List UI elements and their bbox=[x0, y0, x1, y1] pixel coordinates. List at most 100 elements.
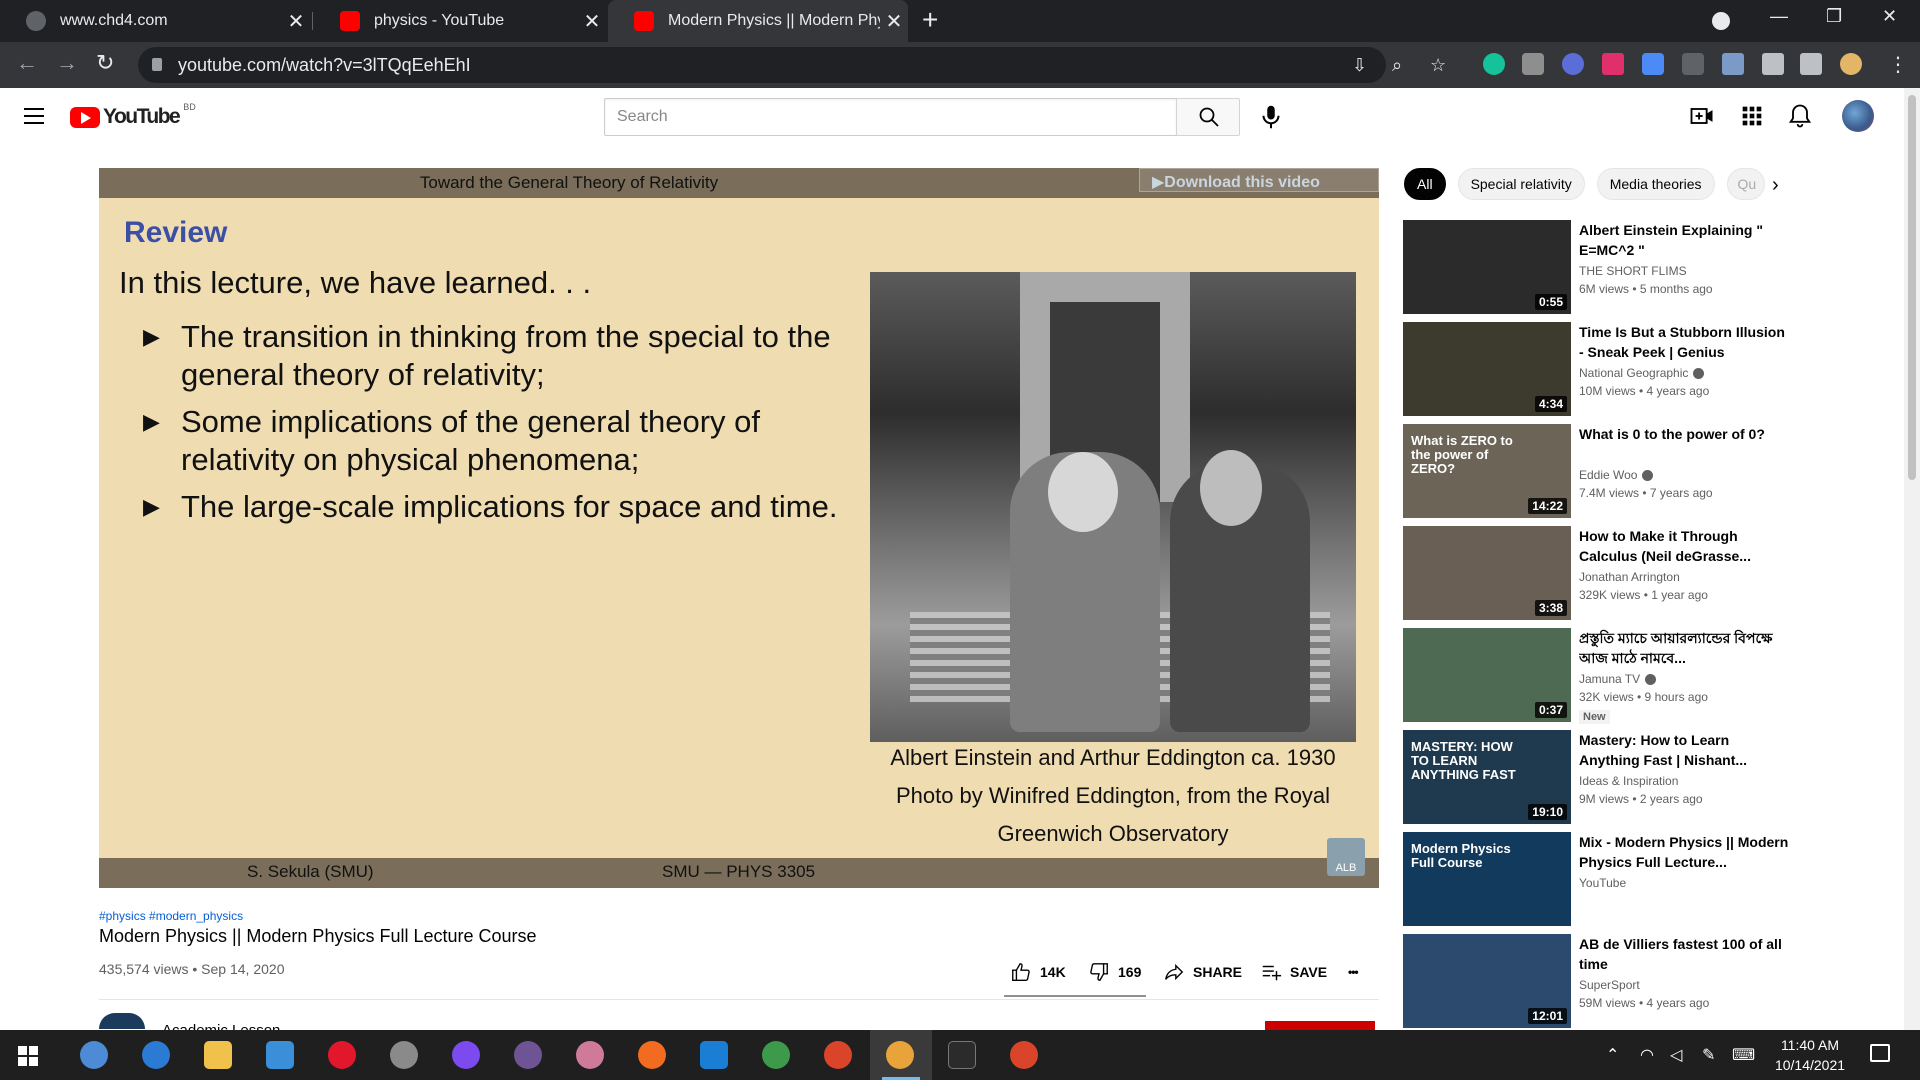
keyboard-icon[interactable]: ⌨ bbox=[1732, 1045, 1755, 1065]
chip-media-theories[interactable]: Media theories bbox=[1596, 168, 1715, 200]
opera-icon[interactable] bbox=[328, 1041, 356, 1069]
video-thumbnail[interactable]: 12:01 bbox=[1403, 934, 1571, 1028]
wifi-icon[interactable]: ◠ bbox=[1640, 1045, 1654, 1065]
video-thumbnail[interactable]: Modern Physics Full Course bbox=[1403, 832, 1571, 926]
back-icon[interactable]: ← bbox=[16, 50, 38, 76]
subscribe-button[interactable] bbox=[1265, 1021, 1375, 1030]
chrome-canary-icon[interactable] bbox=[886, 1041, 914, 1069]
new-tab-button[interactable]: + bbox=[922, 4, 938, 36]
microphone-icon[interactable] bbox=[1256, 102, 1286, 132]
video-thumbnail[interactable]: What is ZERO to the power of ZERO? 14:22 bbox=[1403, 424, 1571, 518]
grammarly-extension-icon[interactable] bbox=[1483, 53, 1505, 75]
recommendation-channel[interactable]: THE SHORT FLIMS bbox=[1579, 264, 1687, 278]
paint-app-icon[interactable] bbox=[576, 1041, 604, 1069]
channel-watermark[interactable]: ALB bbox=[1327, 838, 1365, 876]
download-video-overlay[interactable]: ▶Download this video bbox=[1139, 168, 1379, 192]
video-thumbnail[interactable]: 0:37 bbox=[1403, 628, 1571, 722]
recommendation-channel[interactable]: Ideas & Inspiration bbox=[1579, 774, 1678, 788]
channel-name[interactable]: Academic Lesson bbox=[162, 1022, 280, 1030]
recommendation-title[interactable]: Mastery: How to Learn Anything Fast | Ni… bbox=[1579, 730, 1789, 770]
recommendation-title[interactable]: Albert Einstein Explaining " E=MC^2 " bbox=[1579, 220, 1789, 260]
youtube-logo[interactable]: YouTube BD bbox=[70, 102, 196, 129]
pen-icon[interactable]: ✎ bbox=[1702, 1045, 1715, 1065]
close-icon[interactable]: ✕ bbox=[880, 9, 908, 34]
hamburger-menu-icon[interactable] bbox=[24, 108, 44, 129]
recommendation-title[interactable]: Mix - Modern Physics || Modern Physics F… bbox=[1579, 832, 1789, 872]
recommendation-item[interactable]: What is ZERO to the power of ZERO? 14:22 W… bbox=[1403, 424, 1765, 518]
video-thumbnail[interactable]: MASTERY: HOW TO LEARN ANYTHING FAST 19:10 bbox=[1403, 730, 1571, 824]
video-thumbnail[interactable]: 0:55 bbox=[1403, 220, 1571, 314]
recommendation-channel[interactable]: SuperSport bbox=[1579, 978, 1640, 992]
system-clock[interactable]: 11:40 AM 10/14/2021 bbox=[1760, 1035, 1860, 1075]
map-app-icon[interactable] bbox=[762, 1041, 790, 1069]
firefox-icon[interactable] bbox=[638, 1041, 666, 1069]
messenger-icon[interactable] bbox=[452, 1041, 480, 1069]
tab-modern-physics[interactable]: Modern Physics || Modern Physic ✕ bbox=[608, 0, 908, 42]
chrome-profile-icon[interactable] bbox=[1010, 1041, 1038, 1069]
notifications-bell-icon[interactable] bbox=[1786, 102, 1814, 130]
play-extension-icon[interactable] bbox=[1602, 53, 1624, 75]
dislike-button[interactable]: 169 bbox=[1088, 958, 1141, 986]
tab-search-icon[interactable] bbox=[1712, 12, 1730, 30]
edge-icon[interactable] bbox=[142, 1041, 170, 1069]
tray-chevron-up-icon[interactable]: ⌃ bbox=[1606, 1045, 1619, 1065]
zoom-icon[interactable]: ⌕ bbox=[1392, 55, 1402, 76]
recommendation-item[interactable]: 4:34 Time Is But a Stubborn Illusion - Sn… bbox=[1403, 322, 1785, 416]
recommendation-title[interactable]: What is 0 to the power of 0? bbox=[1579, 424, 1789, 444]
recommendation-channel[interactable]: Eddie Woo bbox=[1579, 468, 1654, 482]
satellite-app-icon[interactable] bbox=[390, 1041, 418, 1069]
video-thumbnail[interactable]: 4:34 bbox=[1403, 322, 1571, 416]
address-bar[interactable]: youtube.com/watch?v=3lTQqEehEhI ⇩ ⌕ ☆ bbox=[138, 47, 1446, 83]
forward-icon[interactable]: → bbox=[56, 50, 78, 76]
recommendation-item[interactable]: Modern Physics Full Course Mix - Modern P… bbox=[1403, 832, 1788, 926]
url-text[interactable]: youtube.com/watch?v=3lTQqEehEhI bbox=[178, 55, 471, 76]
recommendation-title[interactable]: AB de Villiers fastest 100 of all time bbox=[1579, 934, 1789, 974]
download-extension-icon[interactable] bbox=[1642, 53, 1664, 75]
bookmark-star-icon[interactable]: ☆ bbox=[1430, 55, 1446, 76]
recommendation-channel[interactable]: National Geographic bbox=[1579, 366, 1705, 380]
recommendation-item[interactable]: 3:38 How to Make it Through Calculus (Nei… bbox=[1403, 526, 1751, 620]
search-input[interactable] bbox=[605, 99, 1176, 135]
action-center-icon[interactable] bbox=[1870, 1044, 1890, 1062]
restore-icon[interactable]: ❐ bbox=[1826, 6, 1842, 27]
tab-physics-youtube[interactable]: physics - YouTube ✕ bbox=[314, 0, 606, 42]
github-icon[interactable] bbox=[514, 1041, 542, 1069]
browser-menu-icon[interactable]: ⋮ bbox=[1888, 52, 1908, 77]
mail-icon[interactable] bbox=[266, 1041, 294, 1069]
volume-icon[interactable]: ◁ bbox=[1670, 1045, 1682, 1065]
share-button[interactable]: SHARE bbox=[1163, 958, 1242, 986]
recommendation-channel[interactable]: Jonathan Arrington bbox=[1579, 570, 1680, 584]
reload-icon[interactable]: ↻ bbox=[96, 50, 114, 76]
chrome-icon[interactable] bbox=[824, 1041, 852, 1069]
save-button[interactable]: SAVE bbox=[1260, 958, 1327, 986]
recommendation-title[interactable]: How to Make it Through Calculus (Neil de… bbox=[1579, 526, 1789, 566]
puzzle-extensions-icon[interactable] bbox=[1762, 53, 1784, 75]
video-player[interactable]: Toward the General Theory of Relativity … bbox=[99, 168, 1379, 888]
recommendation-title[interactable]: প্রস্তুতি ম্যাচে আয়ারল্যান্ডের বিপক্ষে … bbox=[1579, 628, 1789, 668]
more-actions-icon[interactable]: ••• bbox=[1348, 958, 1359, 986]
vscode-icon[interactable] bbox=[700, 1041, 728, 1069]
hashtags[interactable]: #physics #modern_physics bbox=[99, 909, 243, 923]
apps-grid-icon[interactable] bbox=[1738, 102, 1766, 130]
tab-chd4[interactable]: www.chd4.com ✕ bbox=[0, 0, 310, 42]
screen-extension-icon[interactable] bbox=[1682, 53, 1704, 75]
scrollbar-thumb[interactable] bbox=[1908, 95, 1916, 480]
file-explorer-icon[interactable] bbox=[204, 1041, 232, 1069]
pen-extension-icon[interactable] bbox=[1722, 53, 1744, 75]
recommendation-item[interactable]: 0:55 Albert Einstein Explaining " E=MC^2 … bbox=[1403, 220, 1763, 314]
close-icon[interactable]: ✕ bbox=[282, 9, 310, 34]
account-avatar[interactable] bbox=[1842, 100, 1874, 132]
windows-start-icon[interactable] bbox=[18, 1046, 38, 1066]
video-thumbnail[interactable]: 3:38 bbox=[1403, 526, 1571, 620]
qbittorrent-icon[interactable] bbox=[80, 1041, 108, 1069]
recommendation-item[interactable]: MASTERY: HOW TO LEARN ANYTHING FAST 19:10… bbox=[1403, 730, 1747, 824]
chip-all[interactable]: All bbox=[1404, 168, 1446, 200]
recommendation-channel[interactable]: YouTube bbox=[1579, 876, 1626, 890]
search-button[interactable] bbox=[1176, 98, 1240, 136]
chip-qu[interactable]: Qu bbox=[1726, 168, 1765, 200]
chip-special-relativity[interactable]: Special relativity bbox=[1457, 168, 1585, 200]
profile-avatar[interactable] bbox=[1840, 53, 1862, 75]
like-button[interactable]: 14K bbox=[1010, 958, 1066, 986]
terminal-icon[interactable] bbox=[948, 1041, 976, 1069]
create-video-icon[interactable] bbox=[1688, 102, 1716, 130]
